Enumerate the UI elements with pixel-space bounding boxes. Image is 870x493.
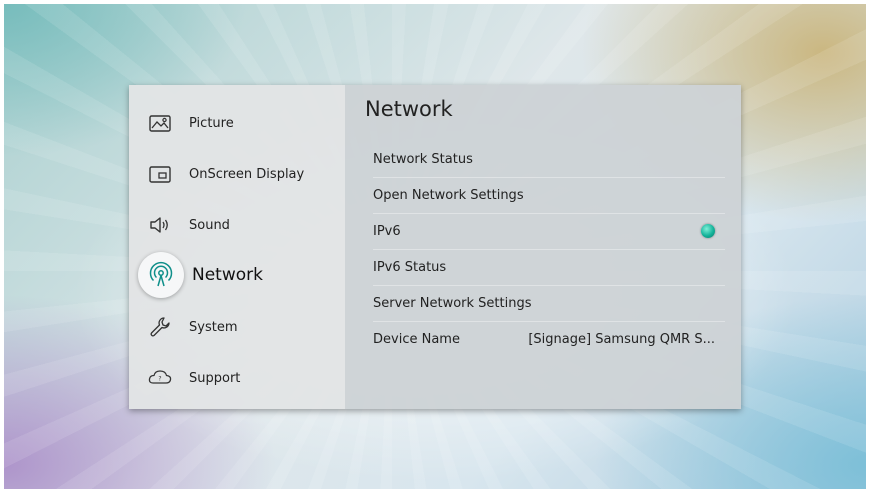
row-label: Network Status [373, 151, 473, 167]
row-label: Open Network Settings [373, 187, 524, 203]
settings-menu-panel: Picture OnScreen Display Sound Network S… [129, 85, 741, 409]
row-label: IPv6 [373, 223, 401, 239]
menu-row-device-name[interactable]: Device Name [Signage] Samsung QMR S... [373, 321, 725, 357]
sidebar-item-sound[interactable]: Sound [129, 200, 345, 250]
sidebar-item-support[interactable]: ? Support [129, 353, 345, 403]
svg-text:?: ? [158, 376, 161, 383]
sound-icon [145, 210, 175, 240]
row-label: Device Name [373, 331, 460, 347]
menu-row-open-network-settings[interactable]: Open Network Settings [373, 177, 725, 214]
sidebar-item-label: Sound [189, 217, 230, 233]
network-settings-content: Network Network Status Open Network Sett… [345, 85, 741, 409]
sidebar-item-label: System [189, 319, 238, 335]
device-name-value: [Signage] Samsung QMR S... [528, 331, 715, 347]
sidebar-item-label: Support [189, 370, 241, 386]
sidebar-item-system[interactable]: System [129, 302, 345, 352]
sidebar-item-picture[interactable]: Picture [129, 98, 345, 148]
row-label: Server Network Settings [373, 295, 532, 311]
sidebar-item-network[interactable]: Network [129, 250, 345, 300]
ipv6-toggle-on-indicator[interactable] [701, 224, 715, 238]
menu-row-ipv6-status[interactable]: IPv6 Status [373, 249, 725, 286]
menu-row-server-network-settings[interactable]: Server Network Settings [373, 285, 725, 322]
sidebar-item-label: OnScreen Display [189, 166, 305, 182]
tv-screen: Picture OnScreen Display Sound Network S… [4, 4, 866, 489]
sidebar-item-label: Network [192, 265, 263, 285]
sidebar-item-label: Picture [189, 115, 234, 131]
menu-row-network-status[interactable]: Network Status [373, 141, 725, 178]
page-title: Network [365, 97, 453, 121]
row-label: IPv6 Status [373, 259, 447, 275]
sidebar-item-onscreen-display[interactable]: OnScreen Display [129, 149, 345, 199]
support-icon: ? [145, 363, 175, 393]
picture-icon [145, 108, 175, 138]
menu-row-ipv6[interactable]: IPv6 [373, 213, 725, 250]
onscreen-display-icon [145, 159, 175, 189]
network-icon [138, 252, 184, 298]
system-wrench-icon [145, 312, 175, 342]
settings-sidebar: Picture OnScreen Display Sound Network S… [129, 85, 345, 409]
